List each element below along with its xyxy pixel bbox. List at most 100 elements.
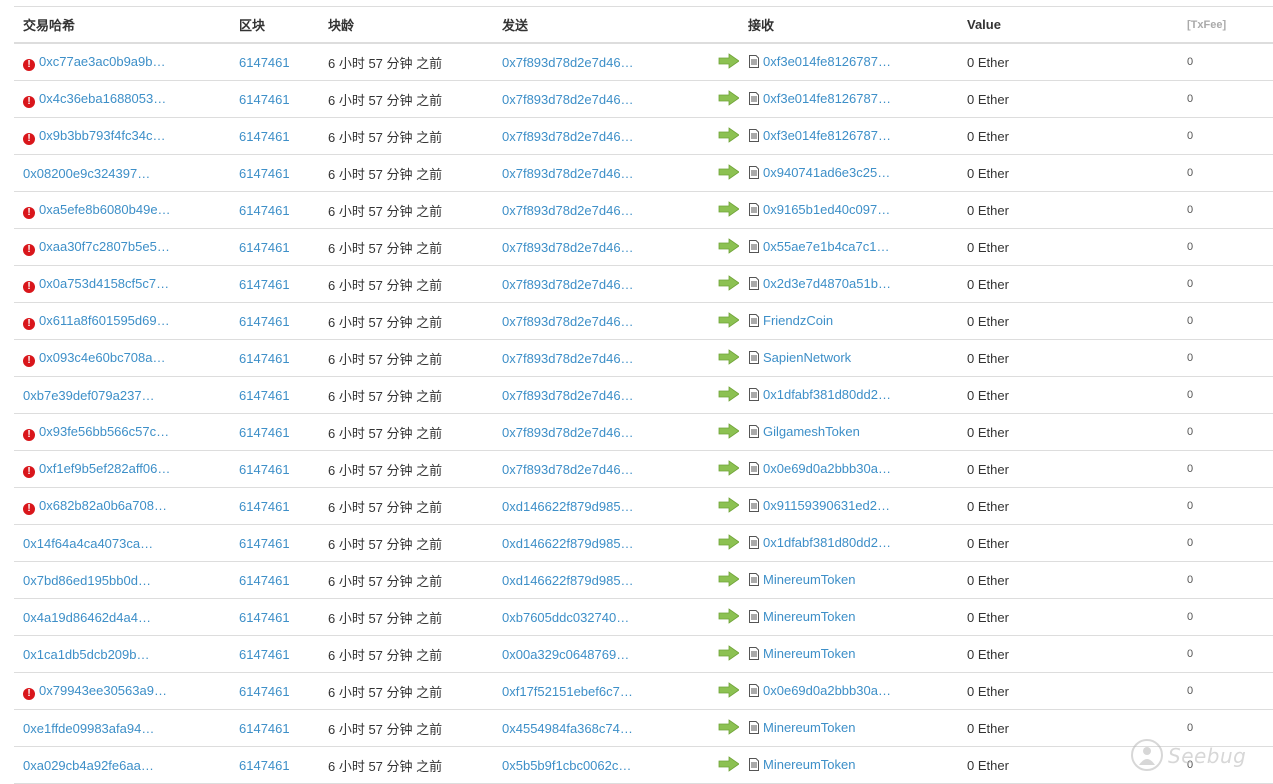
- arrow-right-icon: [718, 496, 739, 516]
- to-address-link[interactable]: 0x2d3e7d4870a51b…: [763, 276, 891, 291]
- tx-hash-link[interactable]: 0x611a8f601595d69…: [39, 313, 170, 328]
- tx-hash-link[interactable]: 0xc77ae3ac0b9a9b…: [39, 54, 166, 69]
- to-address-link[interactable]: 0x9165b1ed40c097…: [763, 202, 890, 217]
- block-link[interactable]: 6147461: [239, 92, 290, 107]
- tx-hash-link[interactable]: 0xaa30f7c2807b5e5…: [39, 239, 170, 254]
- block-link[interactable]: 6147461: [239, 55, 290, 70]
- to-address-link[interactable]: MinereumToken: [763, 757, 856, 772]
- from-address-link[interactable]: 0x4554984fa368c74…: [502, 721, 633, 736]
- from-address-link[interactable]: 0x7f893d78d2e7d46…: [502, 129, 634, 144]
- block-link[interactable]: 6147461: [239, 425, 290, 440]
- block-link[interactable]: 6147461: [239, 351, 290, 366]
- from-address-link[interactable]: 0xb7605ddc032740…: [502, 610, 629, 625]
- age-cell: 6 小时 57 分钟 之前: [328, 721, 443, 737]
- tx-hash-cell: ! 0xaa30f7c2807b5e5…: [14, 229, 230, 266]
- tx-hash-link[interactable]: 0x7bd86ed195bb0d…: [23, 573, 151, 588]
- to-cell: 0x0e69d0a2bbb30a…: [739, 451, 958, 488]
- tx-hash-link[interactable]: 0x4a19d86462d4a4…: [23, 610, 151, 625]
- tx-hash-link[interactable]: 0x93fe56bb566c57c…: [39, 424, 169, 439]
- from-address-link[interactable]: 0x00a329c0648769…: [502, 647, 629, 662]
- from-address-link[interactable]: 0xd146622f879d985…: [502, 499, 634, 514]
- to-address-link[interactable]: 0x940741ad6e3c25…: [763, 165, 890, 180]
- tx-hash-link[interactable]: 0x14f64a4ca4073ca…: [23, 536, 153, 551]
- to-address-link[interactable]: FriendzCoin: [763, 313, 833, 328]
- value-cell: 0 Ether: [967, 572, 1009, 588]
- to-cell: 0xf3e014fe8126787…: [739, 81, 958, 118]
- to-address-link[interactable]: 0x0e69d0a2bbb30a…: [763, 461, 891, 476]
- transactions-table: 交易哈希 区块 块龄 发送 接收 Value [TxFee] ! 0xc77ae3…: [14, 6, 1273, 784]
- tx-hash-link[interactable]: 0x79943ee30563a9…: [39, 683, 167, 698]
- tx-hash-link[interactable]: 0x4c36eba1688053…: [39, 91, 166, 106]
- tx-hash-link[interactable]: 0xf1ef9b5ef282aff06…: [39, 461, 170, 476]
- direction-cell: [689, 488, 739, 525]
- to-address-link[interactable]: 0x1dfabf381d80dd2…: [763, 387, 891, 402]
- block-link[interactable]: 6147461: [239, 610, 290, 625]
- value-cell: 0 Ether: [967, 128, 1009, 144]
- block-link[interactable]: 6147461: [239, 721, 290, 736]
- to-address-link[interactable]: 0xf3e014fe8126787…: [763, 91, 891, 106]
- from-address-link[interactable]: 0xd146622f879d985…: [502, 573, 634, 588]
- from-address-link[interactable]: 0x7f893d78d2e7d46…: [502, 277, 634, 292]
- block-cell: 6147461: [230, 303, 319, 340]
- from-address-link[interactable]: 0x7f893d78d2e7d46…: [502, 203, 634, 218]
- from-address-link[interactable]: 0x7f893d78d2e7d46…: [502, 92, 634, 107]
- block-link[interactable]: 6147461: [239, 129, 290, 144]
- block-link[interactable]: 6147461: [239, 388, 290, 403]
- block-link[interactable]: 6147461: [239, 684, 290, 699]
- block-link[interactable]: 6147461: [239, 314, 290, 329]
- from-address-link[interactable]: 0x7f893d78d2e7d46…: [502, 351, 634, 366]
- block-link[interactable]: 6147461: [239, 240, 290, 255]
- tx-hash-link[interactable]: 0x9b3bb793f4fc34c…: [39, 128, 165, 143]
- block-link[interactable]: 6147461: [239, 499, 290, 514]
- age-cell: 6 小时 57 分钟 之前: [328, 55, 443, 71]
- from-address-link[interactable]: 0xf17f52151ebef6c7…: [502, 684, 633, 699]
- to-address-link[interactable]: MinereumToken: [763, 572, 856, 587]
- to-address-link[interactable]: 0xf3e014fe8126787…: [763, 128, 891, 143]
- block-link[interactable]: 6147461: [239, 277, 290, 292]
- contract-doc-icon: [748, 387, 760, 404]
- tx-hash-link[interactable]: 0x093c4e60bc708a…: [39, 350, 166, 365]
- tx-hash-link[interactable]: 0x1ca1db5dcb209b…: [23, 647, 150, 662]
- block-link[interactable]: 6147461: [239, 573, 290, 588]
- to-address-link[interactable]: 0xf3e014fe8126787…: [763, 54, 891, 69]
- age-cell: 6 小时 57 分钟 之前: [328, 166, 443, 182]
- tx-hash-cell: ! 0xf1ef9b5ef282aff06…: [14, 451, 230, 488]
- tx-hash-link[interactable]: 0x682b82a0b6a708…: [39, 498, 167, 513]
- to-address-link[interactable]: GilgameshToken: [763, 424, 860, 439]
- block-link[interactable]: 6147461: [239, 758, 290, 773]
- from-address-link[interactable]: 0x7f893d78d2e7d46…: [502, 314, 634, 329]
- tx-hash-link[interactable]: 0x08200e9c324397…: [23, 166, 150, 181]
- block-link[interactable]: 6147461: [239, 166, 290, 181]
- to-address-link[interactable]: 0x1dfabf381d80dd2…: [763, 535, 891, 550]
- from-address-link[interactable]: 0x7f893d78d2e7d46…: [502, 240, 634, 255]
- to-address-link[interactable]: 0x91159390631ed2…: [763, 498, 890, 513]
- value-cell: 0 Ether: [967, 498, 1009, 514]
- tx-hash-link[interactable]: 0xb7e39def079a237…: [23, 388, 155, 403]
- tx-hash-cell: 0x14f64a4ca4073ca…: [14, 525, 230, 562]
- from-address-link[interactable]: 0x7f893d78d2e7d46…: [502, 388, 634, 403]
- block-link[interactable]: 6147461: [239, 203, 290, 218]
- tx-hash-link[interactable]: 0xa029cb4a92fe6aa…: [23, 758, 154, 773]
- to-address-link[interactable]: 0x55ae7e1b4ca7c1…: [763, 239, 890, 254]
- col-header-txfee: [TxFee]: [1187, 18, 1227, 31]
- from-address-link[interactable]: 0x7f893d78d2e7d46…: [502, 166, 634, 181]
- to-address-link[interactable]: MinereumToken: [763, 609, 856, 624]
- from-address-link[interactable]: 0x7f893d78d2e7d46…: [502, 425, 634, 440]
- to-address-link[interactable]: MinereumToken: [763, 720, 856, 735]
- from-address-link[interactable]: 0x7f893d78d2e7d46…: [502, 55, 634, 70]
- to-address-link[interactable]: MinereumToken: [763, 646, 856, 661]
- txfee-cell: 0: [1187, 611, 1194, 623]
- block-link[interactable]: 6147461: [239, 462, 290, 477]
- tx-hash-link[interactable]: 0x0a753d4158cf5c7…: [39, 276, 169, 291]
- tx-hash-link[interactable]: 0xe1ffde09983afa94…: [23, 721, 154, 736]
- arrow-right-icon: [718, 570, 739, 590]
- tx-hash-link[interactable]: 0xa5efe8b6080b49e…: [39, 202, 171, 217]
- to-address-link[interactable]: SapienNetwork: [763, 350, 851, 365]
- block-link[interactable]: 6147461: [239, 647, 290, 662]
- from-address-link[interactable]: 0x7f893d78d2e7d46…: [502, 462, 634, 477]
- direction-cell: [689, 118, 739, 155]
- from-address-link[interactable]: 0xd146622f879d985…: [502, 536, 634, 551]
- from-address-link[interactable]: 0x5b5b9f1cbc0062c…: [502, 758, 631, 773]
- to-address-link[interactable]: 0x0e69d0a2bbb30a…: [763, 683, 891, 698]
- block-link[interactable]: 6147461: [239, 536, 290, 551]
